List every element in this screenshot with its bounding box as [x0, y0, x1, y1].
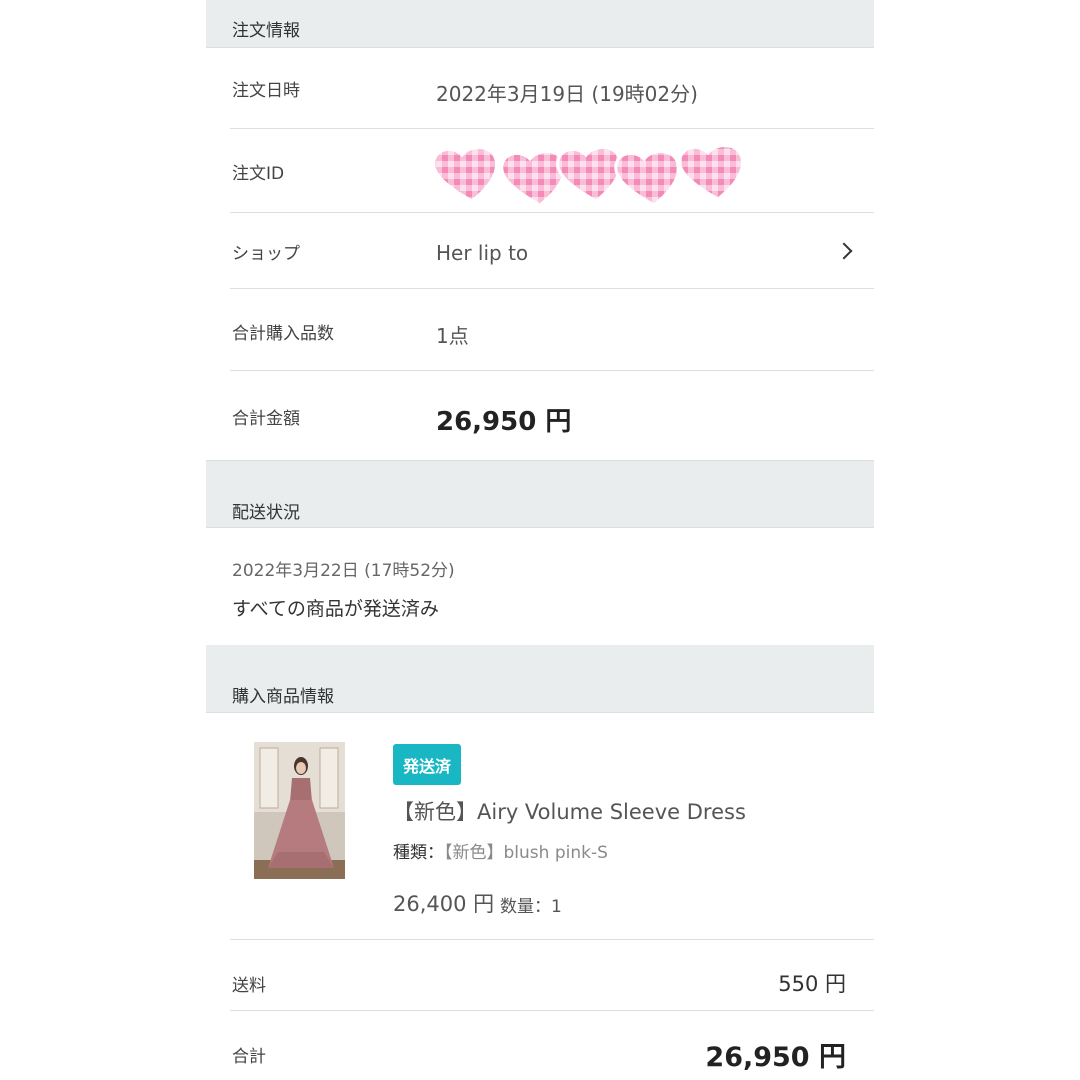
product-variant: 種類：【新色】blush pink-S [393, 838, 608, 863]
shipping-fee-row: 送料 550 円 [230, 940, 874, 1011]
shop-label: ショップ [232, 244, 300, 264]
dress-photo-image [254, 742, 345, 879]
variant-label: 種類： [393, 843, 444, 863]
order-info-title: 注文情報 [232, 21, 300, 41]
order-total-row: 合計金額 26,950 円 [230, 371, 874, 460]
shipping-status: すべての商品が発送済み [232, 598, 439, 620]
item-count-value: 1点 [436, 324, 469, 348]
order-id-label: 注文ID [232, 164, 285, 184]
order-id-row: 注文ID [230, 129, 874, 213]
product-name[interactable]: 【新色】Airy Volume Sleeve Dress [393, 796, 746, 826]
grand-total-row: 合計 26,950 円 [230, 1011, 874, 1080]
shop-name-link[interactable]: Her lip to [436, 241, 528, 265]
shipping-title: 配送状況 [232, 503, 300, 523]
order-date-value: 2022年3月19日 (19時02分) [436, 82, 698, 106]
order-info-header: 注文情報 [206, 0, 874, 48]
order-detail-panel: 注文情報 注文日時 2022年3月19日 (19時02分) 注文ID ショップ … [206, 0, 874, 1080]
shipping-fee-label: 送料 [232, 976, 266, 996]
product-divider [230, 900, 874, 940]
item-count-row: 合計購入品数 1点 [230, 289, 874, 371]
order-date-label: 注文日時 [232, 81, 300, 101]
product-info-title: 購入商品情報 [232, 687, 334, 707]
shop-row[interactable]: ショップ Her lip to [230, 213, 874, 289]
order-total-value: 26,950 円 [436, 407, 572, 437]
product-info-header: 購入商品情報 [206, 645, 874, 713]
variant-value: 【新色】blush pink-S [444, 843, 608, 863]
shipped-status-badge: 発送済 [393, 744, 462, 785]
product-thumbnail[interactable] [254, 742, 345, 879]
order-total-label: 合計金額 [232, 409, 300, 429]
order-date-row: 注文日時 2022年3月19日 (19時02分) [230, 48, 874, 129]
grand-total-label: 合計 [232, 1047, 266, 1067]
redaction-hearts-sticker [432, 144, 744, 207]
shipping-date: 2022年3月22日 (17時52分) [232, 561, 455, 581]
shipping-fee-value: 550 円 [778, 972, 846, 996]
grand-total-value: 26,950 円 [705, 1042, 846, 1073]
chevron-right-icon[interactable] [835, 242, 853, 260]
item-count-label: 合計購入品数 [232, 324, 334, 344]
shipping-header: 配送状況 [206, 460, 874, 528]
